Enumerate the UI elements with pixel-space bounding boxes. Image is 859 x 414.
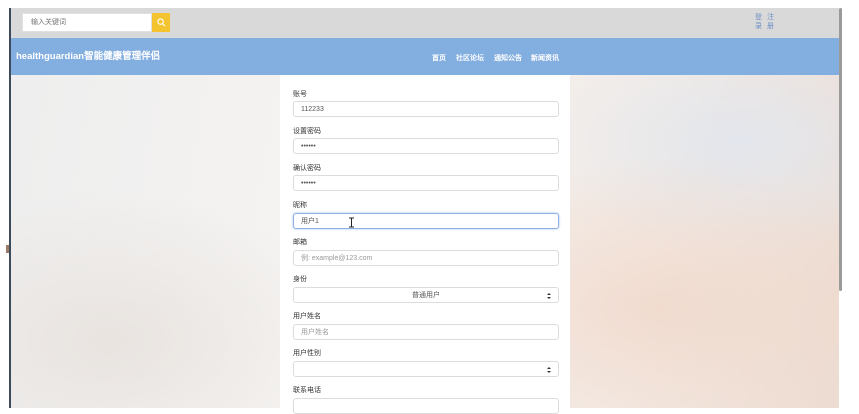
window-left-margin [0, 0, 9, 408]
nav-link-home[interactable]: 首页 [432, 53, 446, 63]
phone-input[interactable] [293, 398, 559, 414]
account-input[interactable] [293, 101, 559, 117]
scrollbar-track[interactable] [839, 0, 859, 408]
nickname-input[interactable] [293, 213, 559, 229]
window-top-edge [0, 0, 859, 8]
identity-select[interactable]: 普通用户 [293, 287, 559, 303]
email-input[interactable] [293, 250, 559, 266]
nav-link-news[interactable]: 新闻资讯 [531, 53, 559, 63]
password-label: 设置密码 [293, 128, 321, 135]
scrollbar-thumb[interactable] [839, 8, 842, 291]
login-link[interactable]: 登录 [755, 13, 763, 31]
text-cursor-icon [349, 217, 354, 228]
nav-link-forum[interactable]: 社区论坛 [456, 53, 484, 63]
realname-label: 用户姓名 [293, 313, 321, 320]
select-arrows-icon [547, 367, 551, 373]
left-edge-marker [6, 245, 9, 253]
search-input[interactable] [22, 13, 152, 32]
confirm-password-label: 确认密码 [293, 165, 321, 172]
identity-label: 身份 [293, 276, 307, 283]
select-arrows-icon [547, 293, 551, 299]
account-label: 账号 [293, 91, 307, 98]
register-form-panel [280, 75, 570, 408]
confirm-password-input[interactable] [293, 175, 559, 191]
search-button[interactable] [152, 13, 170, 32]
identity-select-value: 普通用户 [412, 292, 440, 299]
brand-title[interactable]: healthguardian智能健康管理伴侣 [16, 48, 160, 62]
nav-link-notices[interactable]: 通知公告 [494, 53, 522, 63]
gender-label: 用户性别 [293, 350, 321, 357]
password-input[interactable] [293, 138, 559, 154]
register-link[interactable]: 注册 [767, 13, 775, 31]
search-icon [156, 18, 165, 27]
gender-select[interactable] [293, 361, 559, 377]
phone-label: 联系电话 [293, 387, 321, 394]
email-label: 邮箱 [293, 239, 307, 246]
nickname-label: 昵称 [293, 202, 307, 209]
realname-input[interactable] [293, 324, 559, 340]
